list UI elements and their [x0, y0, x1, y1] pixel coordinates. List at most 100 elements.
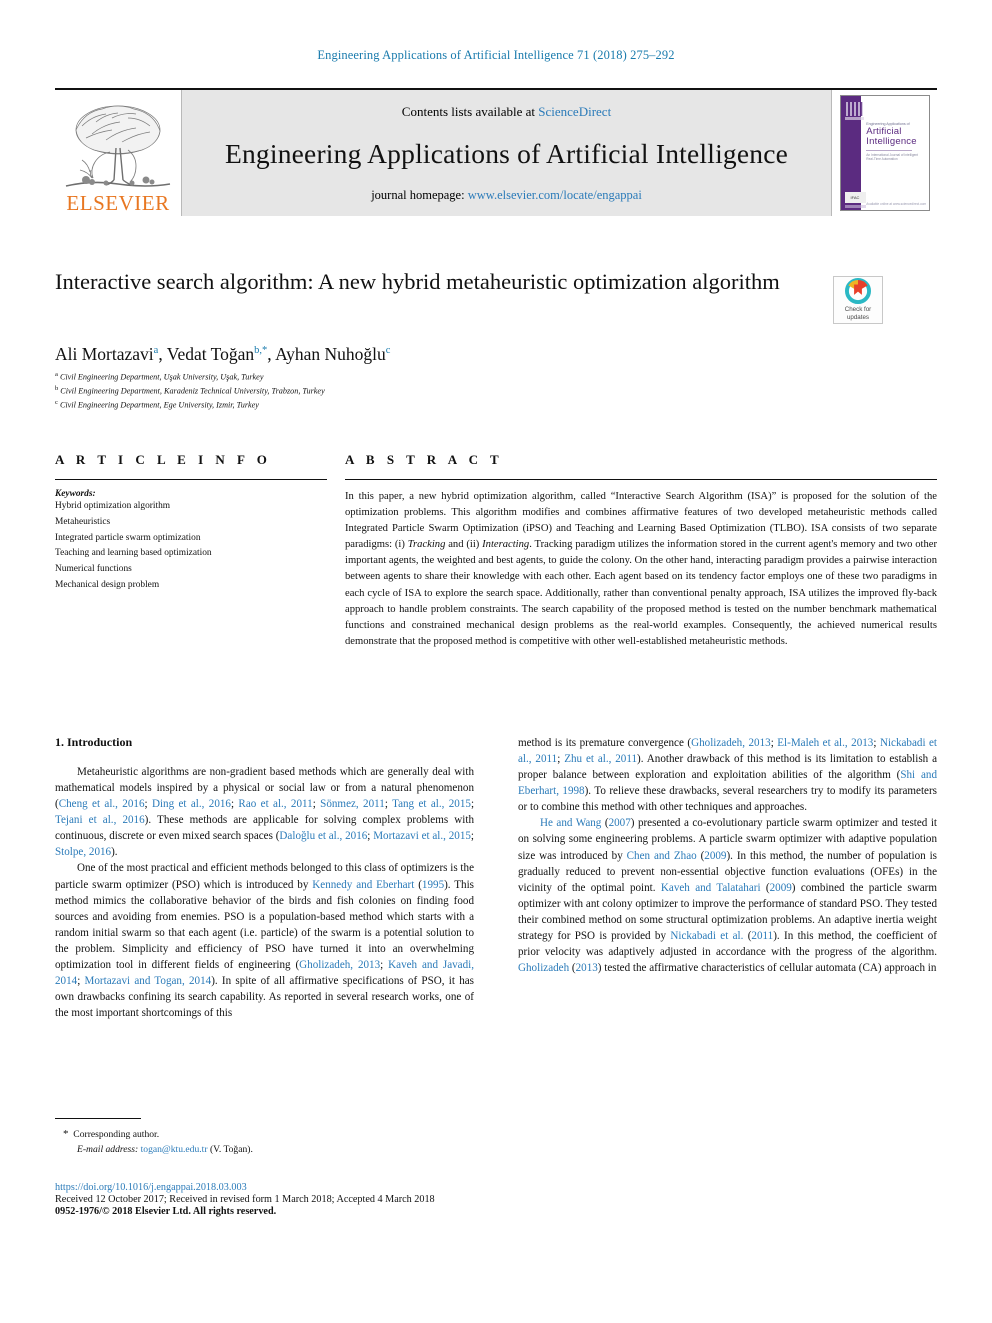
body-text-run: ; [77, 975, 85, 988]
cover-left-band: IFAC [840, 96, 866, 210]
elsevier-tree-icon [65, 105, 171, 187]
citation-link[interactable]: Kaveh and Talatahari [661, 882, 761, 894]
citation-link[interactable]: Zhu et al., 2011 [564, 753, 637, 765]
body-text-run: ) tested the affirmative characteristics… [597, 962, 937, 975]
citation-link[interactable]: Chen and Zhao [627, 850, 697, 862]
body-text-run: ; [873, 737, 880, 749]
citation-link[interactable]: 2009 [704, 850, 726, 862]
paper-page: Engineering Applications of Artificial I… [0, 0, 992, 1323]
citation-link[interactable]: 2009 [770, 882, 792, 894]
citation-link[interactable]: 2007 [609, 817, 631, 829]
doi-link[interactable]: https://doi.org/10.1016/j.engappai.2018.… [55, 1182, 615, 1193]
author-list: Ali Mortazavia, Vedat Toğanb,*, Ayhan Nu… [55, 344, 391, 364]
abstract-run: . Tracking paradigm utilizes the informa… [345, 539, 937, 647]
citation-link[interactable]: Gholizadeh [518, 962, 569, 974]
crossmark-check-for-updates-badge[interactable]: Check for updates [833, 276, 883, 324]
affiliation-text: Civil Engineering Department, Karadeniz … [60, 386, 325, 396]
footnote-star: * [63, 1128, 69, 1140]
journal-homepage-line: journal homepage: www.elsevier.com/locat… [371, 188, 642, 203]
author-affiliation-marker: a [153, 345, 159, 357]
keyword-item: Mechanical design problem [55, 579, 160, 590]
body-text-run: ( [760, 881, 770, 894]
body-text-run: ; [470, 830, 475, 843]
citation-link[interactable]: Tang et al., 2015 [392, 798, 471, 810]
body-text-run: ). This method mimics the collaborative … [55, 878, 474, 971]
article-info-abstract-region: A R T I C L E I N F O Keywords: Hybrid o… [55, 452, 937, 650]
contents-line: Contents lists available at ScienceDirec… [402, 104, 611, 120]
affiliation-marker: c [55, 399, 58, 407]
body-paragraph: One of the most practical and efficient … [55, 860, 474, 1021]
section-heading-introduction: 1. Introduction [55, 735, 133, 749]
citation-link[interactable]: Nickabadi et al. [670, 930, 743, 942]
intro-left-paragraphs: Metaheuristic algorithms are non-gradien… [55, 764, 474, 1021]
cover-footer: Available online at www.sciencedirect.co… [866, 202, 927, 206]
abstract-text: In this paper, a new hybrid optimization… [345, 489, 937, 650]
journal-masthead: ELSEVIER Contents lists available at Sci… [55, 88, 937, 216]
affiliation-text: Civil Engineering Department, Ege Univer… [59, 400, 259, 410]
citation-link[interactable]: Mortazavi et al., 2015 [373, 830, 471, 842]
body-text-run: ; [380, 958, 389, 971]
citation-link[interactable]: 2011 [751, 930, 773, 942]
body-text-run: ; [144, 798, 152, 811]
body-text-run: ). [111, 846, 118, 859]
article-info-heading: A R T I C L E I N F O [55, 452, 272, 467]
abstract-emphasis: Tracking [407, 539, 446, 551]
keyword-item: Metaheuristics [55, 516, 111, 527]
citation-link[interactable]: He and Wang [540, 817, 601, 829]
citation-link[interactable]: Daloğlu et al., 2016 [279, 830, 367, 842]
intro-right-paragraphs: method is its premature convergence (Gho… [518, 735, 937, 976]
citation-link[interactable]: Tejani et al., 2016 [55, 814, 145, 826]
footnote-text: * Corresponding author. E-mail address: … [55, 1126, 474, 1157]
abstract-run: and (ii) [445, 539, 483, 551]
author-name: Ali Mortazavi [55, 344, 154, 364]
body-column-right: method is its premature convergence (Gho… [518, 735, 937, 1021]
keyword-item: Hybrid optimization algorithm [55, 501, 171, 511]
citation-link[interactable]: Gholizadeh, 2013 [299, 959, 380, 971]
journal-homepage-link[interactable]: www.elsevier.com/locate/engappai [468, 188, 642, 202]
citation-link[interactable]: Ding et al., 2016 [152, 798, 231, 810]
abstract-column: A B S T R A C T In this paper, a new hyb… [345, 452, 937, 650]
footer-metadata: https://doi.org/10.1016/j.engappai.2018.… [55, 1182, 615, 1217]
citation-link[interactable]: Sönmez, 2011 [320, 798, 385, 810]
article-info-column: A R T I C L E I N F O Keywords: Hybrid o… [55, 452, 327, 650]
homepage-prefix: journal homepage: [371, 188, 468, 202]
citation-link[interactable]: Cheng et al., 2016 [59, 798, 145, 810]
affiliation-list: a Civil Engineering Department, Uşak Univ… [55, 370, 325, 412]
affiliation-item: c Civil Engineering Department, Ege Unive… [55, 398, 325, 412]
citation-link[interactable]: Stolpe, 2016 [55, 846, 111, 858]
citation-link[interactable]: Rao et al., 2011 [238, 798, 312, 810]
body-text-run: ( [601, 817, 609, 830]
author-affiliation-marker: b,* [254, 345, 268, 357]
abstract-rule [345, 479, 937, 480]
author-name: Ayhan Nuhoğlu [275, 344, 386, 364]
keywords-label: Keywords: [55, 489, 96, 499]
journal-cover-thumbnail: IFAC Engineering Applications of Artific… [831, 90, 937, 216]
received-dates: Received 12 October 2017; Received in re… [55, 1194, 435, 1205]
corresponding-author-note: Corresponding author. [73, 1129, 160, 1140]
citation-link[interactable]: Gholizadeh, 2013 [691, 737, 771, 749]
author-name: Vedat Toğan [166, 344, 255, 364]
body-columns: 1. Introduction Metaheuristic algorithms… [55, 735, 937, 1021]
affiliation-marker: a [55, 371, 58, 378]
body-text-run: method is its premature convergence ( [518, 737, 692, 749]
sciencedirect-link[interactable]: ScienceDirect [538, 104, 611, 119]
keyword-item: Integrated particle swarm optimization [55, 532, 201, 543]
elsevier-wordmark: ELSEVIER [66, 191, 170, 215]
author-affiliation-marker: c [385, 345, 391, 357]
citation-link[interactable]: El-Maleh et al., 2013 [777, 737, 873, 749]
body-column-left: 1. Introduction Metaheuristic algorithms… [55, 735, 474, 1021]
email-link[interactable]: togan@ktu.edu.tr [141, 1144, 208, 1155]
citation-link[interactable]: 2013 [576, 962, 598, 974]
keywords-list: Hybrid optimization algorithm Metaheurist… [55, 499, 327, 594]
citation-link[interactable]: Kennedy and Eberhart [312, 879, 414, 891]
keyword-item: Numerical functions [55, 564, 132, 575]
cover-subtitle: An International Journal of Intelligent … [866, 152, 919, 161]
elsevier-logo: ELSEVIER [55, 90, 181, 216]
footnote-block: * Corresponding author. E-mail address: … [55, 1118, 474, 1157]
crossmark-label: Check for updates [844, 306, 872, 321]
masthead-center: Contents lists available at ScienceDirec… [181, 90, 831, 216]
affiliation-item: b Civil Engineering Department, Karadeniz… [55, 384, 325, 398]
affiliation-marker: b [55, 385, 59, 393]
citation-link[interactable]: Mortazavi and Togan, 2014 [85, 975, 212, 987]
citation-link[interactable]: 1995 [422, 879, 444, 891]
